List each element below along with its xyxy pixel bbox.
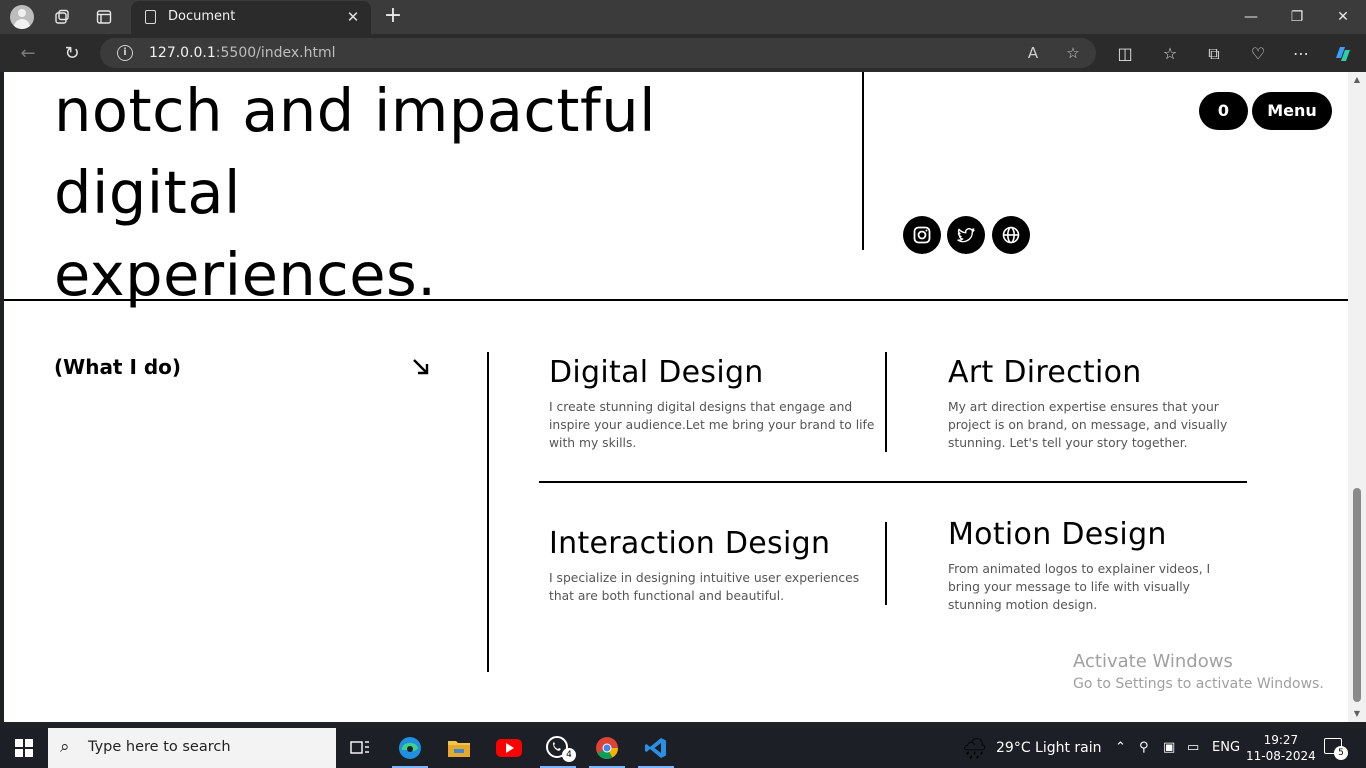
service-desc-digital-design: I create stunning digital designs that e… [549,400,875,450]
windows-taskbar: ⌕ Type here to search 4 🌧 29°C Light rai… [0,728,1366,768]
scroll-down-icon[interactable]: ▼ [1352,709,1362,719]
show-hidden-icons-icon[interactable]: ⌃ [1115,740,1126,755]
vscode-icon[interactable] [632,728,680,768]
language-indicator[interactable]: ENG [1212,740,1240,755]
scrollbar-thumb[interactable] [1353,488,1361,702]
minimize-icon[interactable]: — [1228,0,1274,34]
whatsapp-badge: 4 [562,748,576,762]
network-icon[interactable]: ⚲ [1139,740,1149,755]
weather-rain-icon[interactable]: 🌧 [962,736,987,760]
weather-text[interactable]: 29°C Light rain [996,740,1102,756]
start-button[interactable] [15,739,33,757]
profile-avatar[interactable] [10,5,34,29]
search-icon: ⌕ [60,737,70,757]
menu-button[interactable]: Menu [1252,92,1332,130]
globe-icon[interactable] [992,216,1030,254]
collections-icon[interactable]: ⧉ [1203,43,1225,65]
notification-count: 5 [1334,746,1348,760]
service-title-art-direction: Art Direction [948,355,1142,390]
address-bar[interactable]: i 127.0.0.1:5500/index.html A ☆ [100,38,1096,68]
close-window-icon[interactable]: ✕ [1320,0,1366,34]
edge-browser-icon[interactable] [386,728,434,768]
tab-title: Document [168,9,236,24]
tab-actions-icon[interactable] [94,7,114,27]
clock-date: 11-08-2024 [1246,749,1316,763]
service-title-motion-design: Motion Design [948,517,1167,552]
favorite-star-icon[interactable]: ☆ [1063,43,1083,63]
section-divider [4,299,1348,301]
whatsapp-icon[interactable]: 4 [534,728,582,768]
hero-heading: notch and impactful digital experiences. [54,72,844,316]
file-explorer-icon[interactable] [435,728,483,768]
new-tab-icon[interactable]: + [382,5,404,27]
favorites-icon[interactable]: ☆ [1159,43,1181,65]
system-clock[interactable]: 19:27 11-08-2024 [1246,732,1316,764]
service-divider-bottom [885,522,887,605]
battery-icon[interactable]: ▭ [1187,740,1199,755]
read-aloud-icon[interactable]: A [1023,43,1043,63]
browser-titlebar: Document ✕ + — ❐ ✕ [0,0,1366,34]
url-text[interactable]: 127.0.0.1:5500/index.html [149,45,336,61]
column-divider [487,352,489,672]
page-scrollbar[interactable]: ▲ ▼ [1348,72,1366,722]
url-path: :5500/index.html [215,45,336,61]
task-view-icon[interactable] [336,728,384,768]
hero-divider [862,72,864,250]
refresh-icon[interactable]: ↻ [61,43,83,65]
browser-essentials-icon[interactable]: ♡ [1247,43,1269,65]
chrome-icon[interactable] [583,728,631,768]
service-title-interaction-design: Interaction Design [549,526,831,561]
document-icon [145,10,156,24]
back-icon[interactable]: ← [17,43,39,65]
camera-icon[interactable]: ▣ [1163,740,1175,755]
cart-count-button[interactable]: 0 [1199,92,1248,130]
search-placeholder: Type here to search [88,739,231,755]
youtube-icon[interactable] [485,728,533,768]
hero-line-2: experiences. [54,240,437,309]
service-desc-interaction-design: I specialize in designing intuitive user… [549,571,860,603]
url-host: 127.0.0.1 [149,45,216,61]
hero-line-1: notch and impactful digital [54,76,657,227]
clock-time: 19:27 [1263,733,1299,747]
watermark-subtitle: Go to Settings to activate Windows. [1073,676,1324,692]
service-divider-top [885,352,887,452]
scroll-up-icon[interactable]: ▲ [1352,75,1362,85]
address-bar-row: ← ↻ i 127.0.0.1:5500/index.html A ☆ ◫ ☆ … [0,34,1366,72]
service-desc-motion-design: From animated logos to explainer videos,… [948,562,1211,612]
copilot-icon[interactable] [1332,43,1354,65]
more-menu-icon[interactable]: ⋯ [1290,43,1312,65]
taskbar-search[interactable]: ⌕ Type here to search [48,728,336,768]
service-desc-art-direction: My art direction expertise ensures that … [948,400,1228,450]
close-tab-icon[interactable]: ✕ [343,7,363,27]
restore-icon[interactable]: ❐ [1274,0,1320,34]
twitter-icon[interactable] [947,216,985,254]
section-label: (What I do) [54,355,182,379]
service-grid-divider [539,481,1247,483]
arrow-down-right-icon [413,359,429,375]
workspaces-icon[interactable] [52,7,72,27]
tab-document[interactable]: Document ✕ [131,1,371,34]
watermark-title: Activate Windows [1073,651,1233,672]
split-screen-icon[interactable]: ◫ [1114,43,1136,65]
activate-windows-watermark: Activate Windows Go to Settings to activ… [1073,651,1324,692]
instagram-icon[interactable] [903,216,941,254]
page-viewport: notch and impactful digital experiences.… [4,72,1348,722]
service-title-digital-design: Digital Design [549,355,764,390]
site-info-icon[interactable]: i [117,45,133,61]
